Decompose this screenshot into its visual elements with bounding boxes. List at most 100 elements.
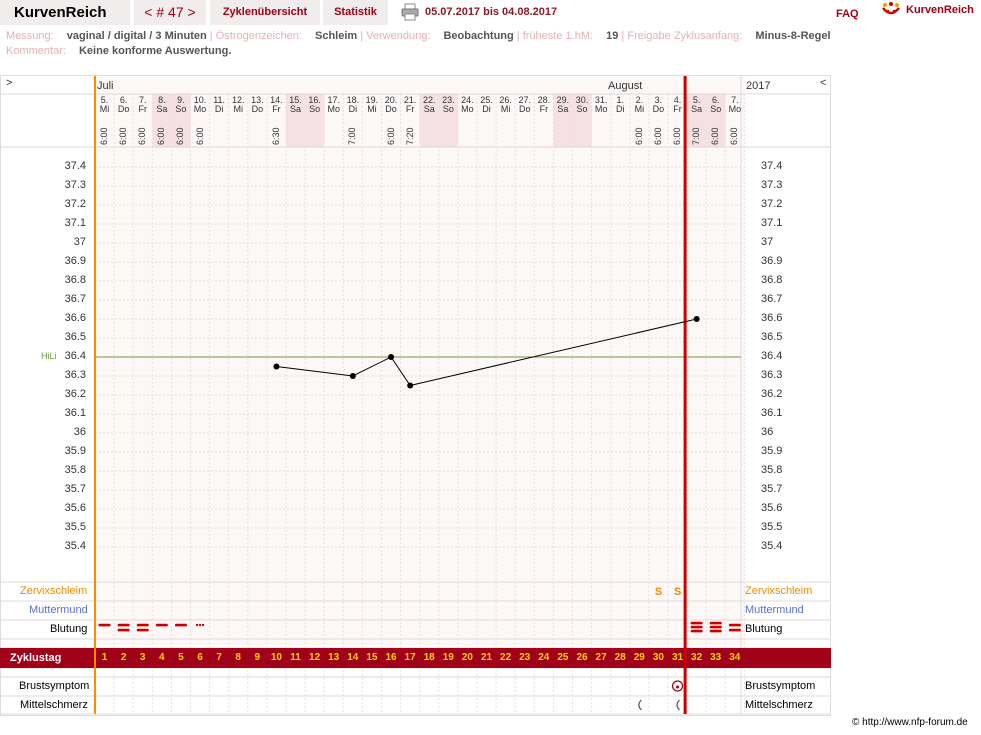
bleeding-mark-icon xyxy=(155,623,168,627)
temp-tick-right: 36.6 xyxy=(761,312,783,324)
cycle-day-number: 19 xyxy=(442,652,454,663)
cycle-day-number: 22 xyxy=(500,652,512,663)
bleeding-mark-icon xyxy=(709,621,722,625)
day-weekday: Mi xyxy=(367,104,377,114)
temperature-point-3 xyxy=(407,382,414,389)
footer-copyright: © http://www.nfp-forum.de xyxy=(852,717,968,728)
date-range: 05.07.2017 bis 04.08.2017 xyxy=(425,6,558,18)
cycle-day-number: 29 xyxy=(633,652,645,663)
nav-prev-button[interactable]: > xyxy=(6,77,12,89)
temp-tick-left: 37.3 xyxy=(64,179,86,191)
temp-tick-left: 37 xyxy=(73,236,86,248)
temperature-point-1 xyxy=(349,373,356,379)
zervix-mark-s: S xyxy=(674,586,682,598)
cycle-number-nav[interactable]: < # 47 > xyxy=(134,0,206,25)
cycle-day-number: 6 xyxy=(197,652,203,663)
day-weekday: Mo xyxy=(327,104,340,114)
day-weekday: Mo xyxy=(728,104,742,114)
earliest-value: 19 xyxy=(606,30,619,42)
faq-link[interactable]: FAQ xyxy=(836,8,859,20)
bleeding-mark-icon xyxy=(117,628,130,632)
cycle-day-number: 23 xyxy=(519,652,531,663)
day-weekday: Sa xyxy=(423,104,435,114)
day-weekday: Mo xyxy=(594,104,608,114)
temp-tick-right: 35.5 xyxy=(761,521,783,533)
temperature-point-2 xyxy=(388,354,395,360)
cycle-day-number: 27 xyxy=(595,652,607,663)
bleeding-mark-icon xyxy=(98,623,111,627)
comment-label: Kommentar: xyxy=(6,45,66,57)
tab-statistics[interactable]: Statistik xyxy=(323,0,388,25)
cycle-day-number: 7 xyxy=(216,652,222,663)
measurement-value: vaginal / digital / 3 Minuten xyxy=(66,30,207,42)
temp-tick-right: 37 xyxy=(761,236,774,248)
earliest-label: früheste 1.hM: xyxy=(522,30,594,42)
measurement-time: 6:00 xyxy=(385,127,396,145)
temp-tick-left: 36.1 xyxy=(64,407,86,419)
measurement-time: 7:00 xyxy=(691,127,702,145)
temp-tick-left: 37.1 xyxy=(64,217,86,229)
tab-cycle-overview[interactable]: Zyklenübersicht xyxy=(210,0,320,25)
temp-tick-right: 35.8 xyxy=(761,464,783,476)
day-weekday: Mi xyxy=(634,104,645,114)
measurement-time: 6:00 xyxy=(633,127,644,145)
cycle-day-number: 20 xyxy=(461,652,473,663)
cycle-day-number: 11 xyxy=(290,652,301,663)
cycle-day-number: 15 xyxy=(366,652,378,663)
mittelschmerz-label-right: Mittelschmerz xyxy=(745,699,813,711)
blutung-label-left: Blutung xyxy=(50,623,88,635)
cycle-day-number: 2 xyxy=(120,652,127,663)
muttermund-label-right: Muttermund xyxy=(745,604,804,616)
measurement-time: 7:00 xyxy=(347,127,358,145)
day-weekday: Sa xyxy=(156,104,168,114)
cycle-day-number: 24 xyxy=(538,652,550,663)
cycle-day-number: 4 xyxy=(159,652,165,663)
cycle-day-number: 8 xyxy=(235,652,241,663)
temp-tick-right: 36.7 xyxy=(761,293,783,305)
day-weekday: Mo xyxy=(461,104,474,114)
cycle-day-number: 26 xyxy=(576,652,588,663)
measurement-label: Messung: xyxy=(6,30,54,42)
comment-value: Keine konforme Auswertung. xyxy=(78,45,232,57)
measurement-time: 6:00 xyxy=(729,127,740,145)
month-label-august: August xyxy=(608,80,643,92)
nav-next-button[interactable]: < xyxy=(820,77,826,89)
day-weekday: Di xyxy=(214,104,224,114)
usage-label: Verwendung: xyxy=(366,30,431,42)
separator: | xyxy=(209,30,213,42)
temperature-point-0 xyxy=(273,363,280,370)
temp-tick-left: 36.2 xyxy=(64,388,86,400)
temp-tick-right: 35.4 xyxy=(761,540,783,552)
temp-tick-right: 36.1 xyxy=(761,407,783,419)
breast-symptom-dot xyxy=(676,685,680,689)
estrogen-value: Schleim xyxy=(315,30,358,42)
brand-tab[interactable]: KurvenReich xyxy=(0,0,130,25)
mittelschmerz-label-left: Mittelschmerz xyxy=(20,699,88,711)
day-weekday: Fr xyxy=(138,104,147,114)
day-weekday: Di xyxy=(348,104,358,114)
cycle-day-number: 25 xyxy=(557,652,569,663)
temp-tick-right: 37.4 xyxy=(761,160,783,172)
bleeding-mark-icon xyxy=(728,628,741,632)
measurement-time: 6:00 xyxy=(672,127,682,145)
temp-tick-right: 36 xyxy=(761,426,774,438)
temp-tick-left: 37.2 xyxy=(64,198,86,210)
year-label: 2017 xyxy=(746,80,771,92)
measurement-time: 6:00 xyxy=(175,127,186,145)
zervixschleim-label-left: Zervixschleim xyxy=(20,585,88,597)
bleeding-mark-icon xyxy=(117,623,130,627)
cycle-day-number: 28 xyxy=(614,652,626,663)
muttermund-label-left: Muttermund xyxy=(29,604,88,616)
day-weekday: So xyxy=(175,104,187,114)
day-weekday: Fr xyxy=(405,104,415,114)
measurement-time: 6:30 xyxy=(270,127,281,145)
temp-tick-left: 36.3 xyxy=(64,369,86,381)
printer-icon[interactable] xyxy=(401,3,419,21)
cycle-number-label[interactable]: < # 47 > xyxy=(134,0,206,25)
temp-tick-left: 36.8 xyxy=(64,274,86,286)
blutung-label-right: Blutung xyxy=(745,623,783,635)
cycle-day-number: 18 xyxy=(423,652,435,663)
temp-tick-left: 35.8 xyxy=(64,464,86,476)
day-weekday: Sa xyxy=(557,104,569,114)
temp-tick-right: 37.2 xyxy=(761,198,783,210)
